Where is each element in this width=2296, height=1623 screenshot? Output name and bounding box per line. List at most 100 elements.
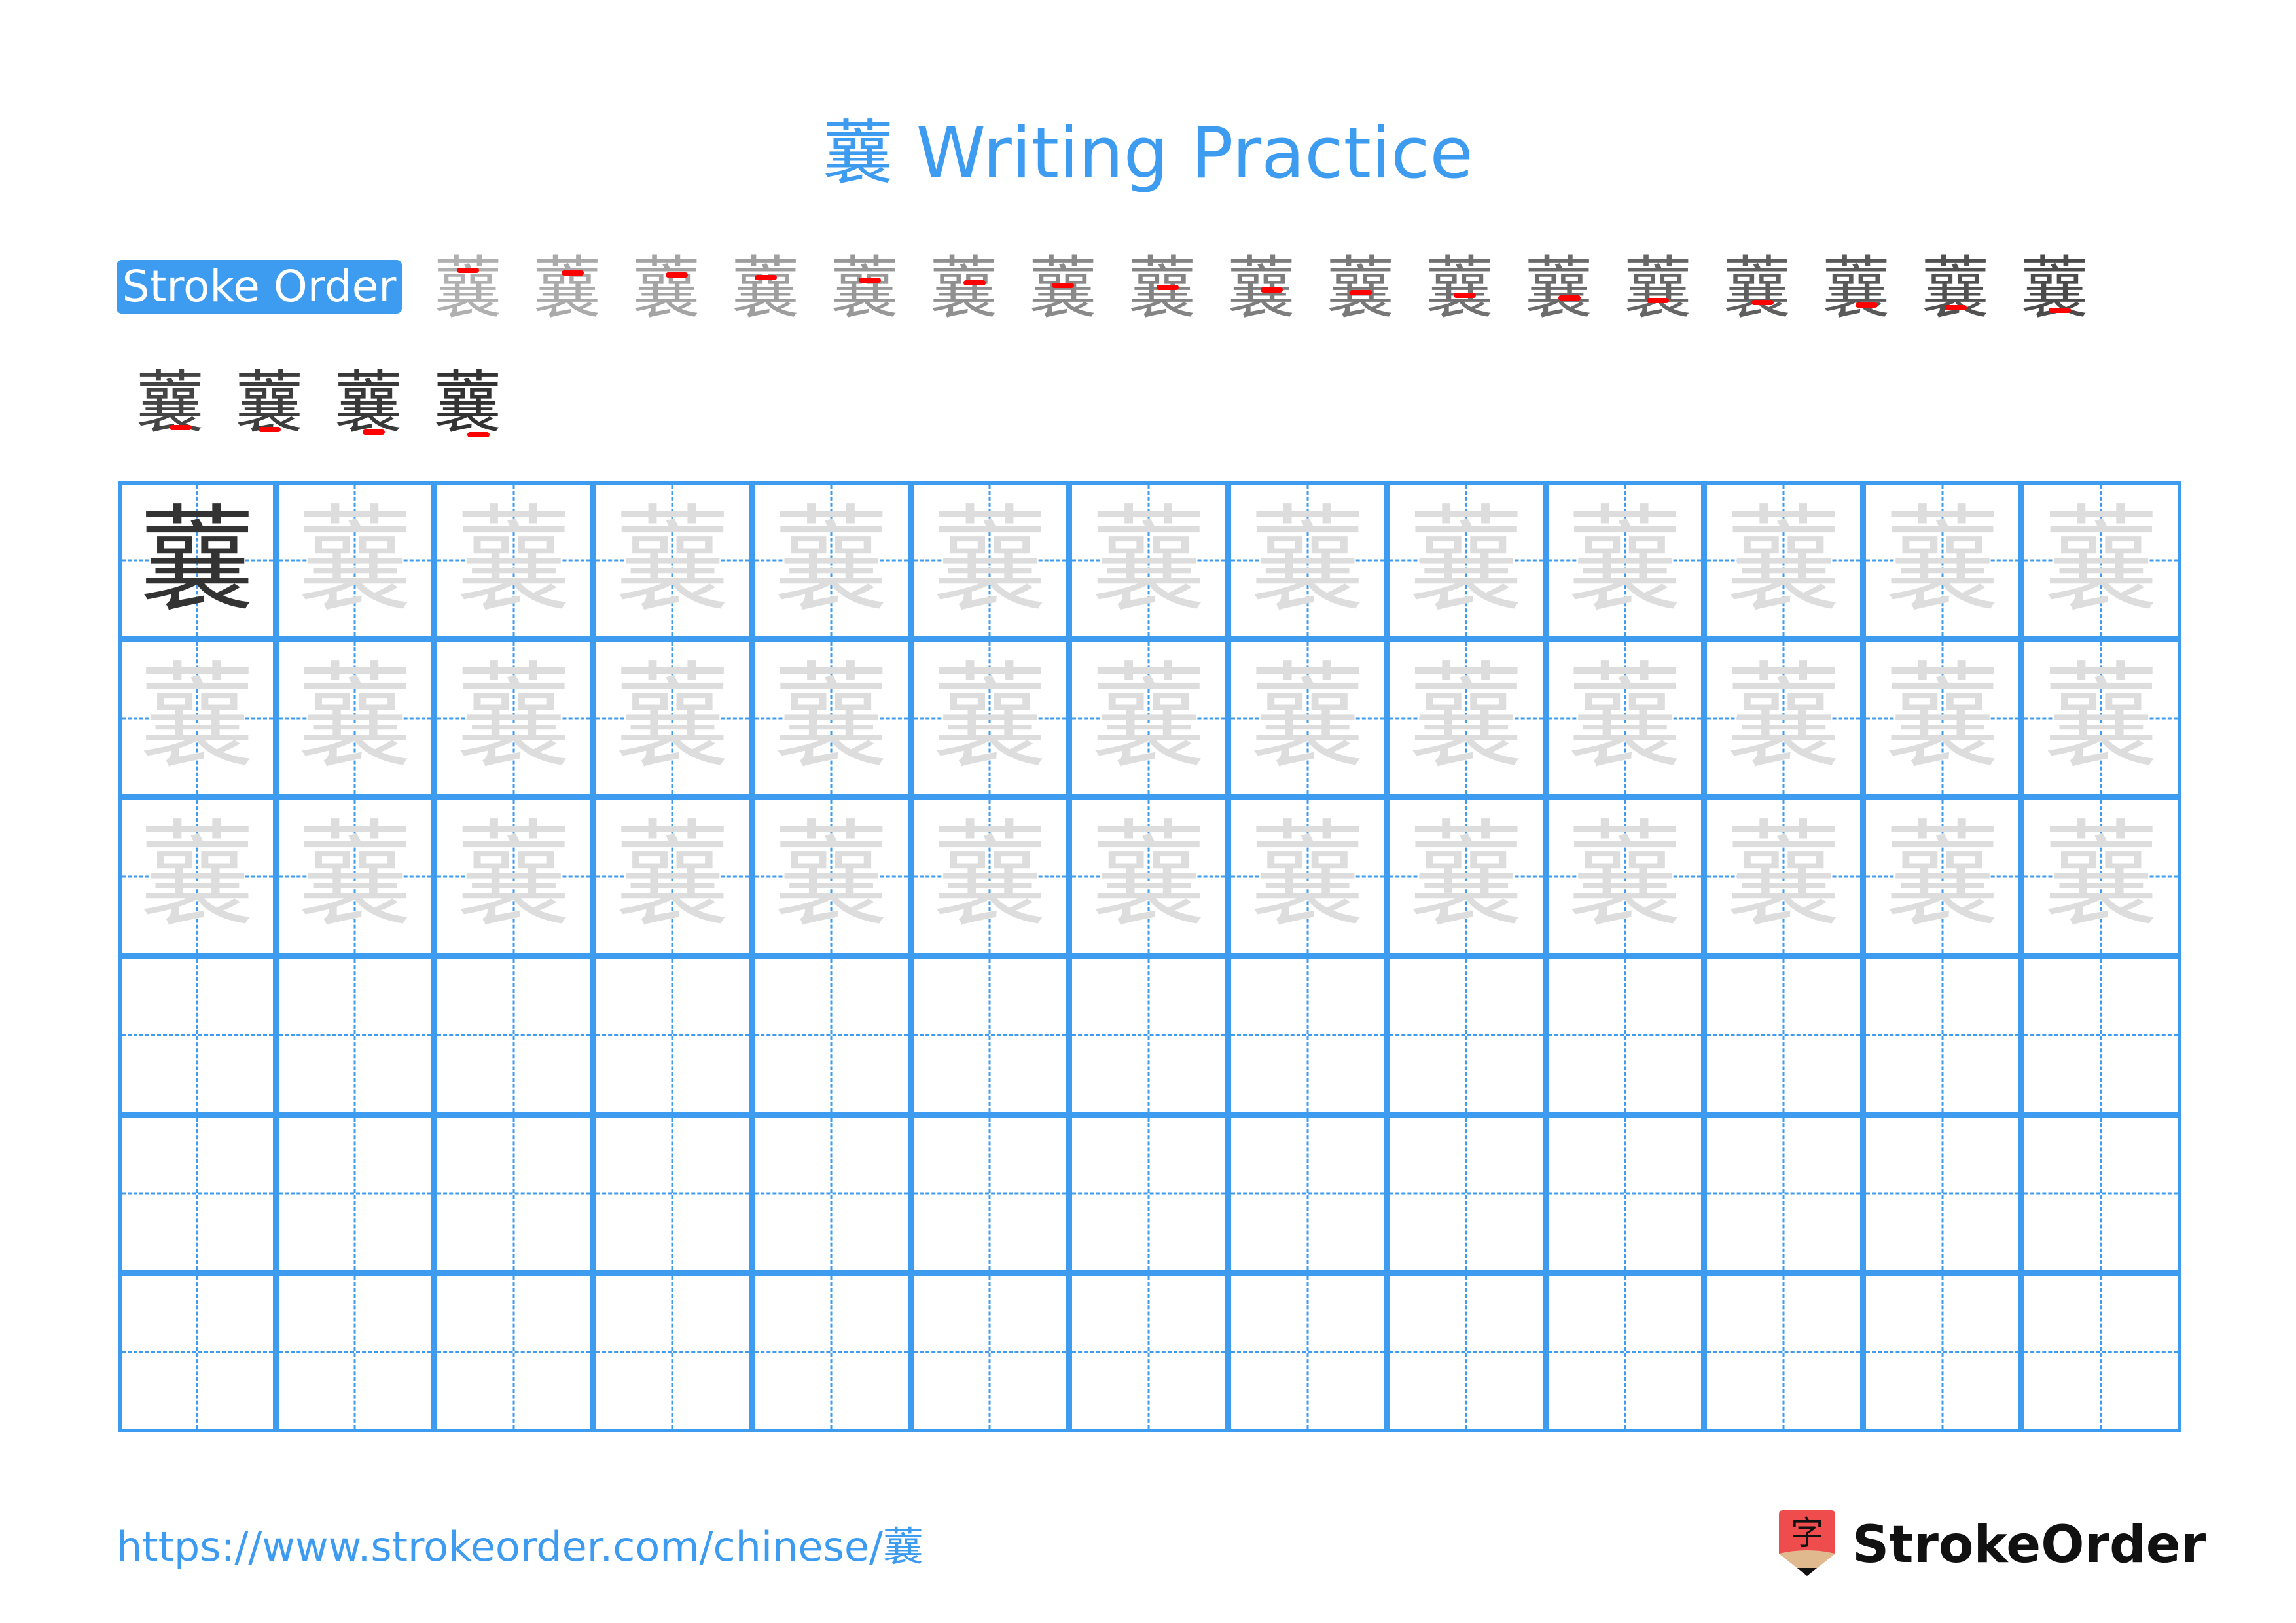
practice-cell[interactable] [909,1271,1071,1432]
practice-cell[interactable] [1703,955,1864,1116]
practice-cell[interactable]: 蘘 [1544,481,1706,640]
practice-cell[interactable]: 蘘 [1227,638,1388,799]
practice-cell[interactable] [1861,1271,2023,1432]
horizontal-guide-line [1390,1192,1543,1195]
practice-cell[interactable]: 蘘 [751,796,912,957]
practice-cell[interactable] [1386,1113,1547,1274]
practice-cell[interactable]: 蘘 [1861,796,2023,957]
trace-character: 蘘 [615,809,730,943]
practice-cell[interactable] [592,955,753,1116]
practice-cell[interactable]: 蘘 [1386,638,1547,799]
practice-cell[interactable]: 蘘 [274,796,436,957]
stroke-step-17: 蘘 [2005,239,2104,337]
practice-cell[interactable]: 蘘 [118,796,277,957]
practice-cell[interactable]: 蘘 [1227,481,1388,640]
practice-cell[interactable]: 蘘 [592,796,753,957]
trace-character: 蘘 [1567,494,1683,628]
practice-cell[interactable] [592,1271,753,1432]
current-stroke-highlight [1349,290,1372,296]
practice-cell[interactable] [118,1271,277,1432]
practice-cell[interactable]: 蘘 [274,638,436,799]
practice-cell[interactable]: 蘘 [1068,481,1229,640]
practice-cell[interactable] [592,1113,753,1274]
practice-cell[interactable] [1227,1113,1388,1274]
practice-cell[interactable]: 蘘 [592,481,753,640]
practice-cell[interactable]: 蘘 [2020,638,2181,799]
practice-cell[interactable]: 蘘 [909,638,1071,799]
current-stroke-highlight [1052,282,1074,288]
stroke-step-glyph: 蘘 [1028,248,1097,328]
horizontal-guide-line [1230,1351,1384,1353]
practice-cell[interactable]: 蘘 [1703,481,1864,640]
practice-cell[interactable] [1703,1113,1864,1274]
practice-cell[interactable]: 蘘 [2020,481,2181,640]
trace-character: 蘘 [1249,494,1365,628]
practice-cell[interactable]: 蘘 [751,481,912,640]
practice-cell[interactable] [2020,1271,2181,1432]
practice-cell[interactable]: 蘘 [1227,796,1388,957]
stroke-step-9: 蘘 [1212,239,1310,337]
practice-cell[interactable]: 蘘 [1544,638,1706,799]
practice-cell[interactable]: 蘘 [909,796,1071,957]
practice-cell[interactable]: 蘘 [1068,638,1229,799]
practice-cell[interactable] [909,955,1071,1116]
practice-cell[interactable] [1703,1271,1864,1432]
practice-cell[interactable] [909,1113,1071,1274]
practice-cell[interactable] [433,1271,594,1432]
svg-text:字: 字 [1791,1514,1823,1552]
practice-cell[interactable] [1544,1271,1706,1432]
practice-cell[interactable]: 蘘 [751,638,912,799]
practice-cell[interactable]: 蘘 [118,638,277,799]
practice-cell[interactable] [274,955,436,1116]
practice-cell[interactable] [1544,1113,1706,1274]
practice-cell[interactable]: 蘘 [909,481,1071,640]
practice-cell[interactable]: 蘘 [433,481,594,640]
practice-cell[interactable] [1544,955,1706,1116]
practice-cell[interactable] [1227,955,1388,1116]
practice-cell[interactable] [751,955,912,1116]
practice-cell[interactable]: 蘘 [1703,796,1864,957]
trace-character: 蘘 [2043,494,2159,628]
stroke-step-20: 蘘 [319,354,418,452]
practice-cell[interactable] [751,1271,912,1432]
practice-cell[interactable]: 蘘 [2020,796,2181,957]
practice-cell[interactable]: 蘘 [1544,796,1706,957]
practice-cell[interactable]: 蘘 [118,481,277,640]
practice-cell[interactable] [1068,955,1229,1116]
practice-cell[interactable]: 蘘 [1861,481,2023,640]
practice-cell[interactable]: 蘘 [1386,481,1547,640]
stroke-step-3: 蘘 [617,239,715,337]
stroke-step-glyph: 蘘 [334,363,403,443]
trace-character: 蘘 [456,650,571,785]
trace-character: 蘘 [1408,494,1524,628]
practice-cell[interactable] [1068,1113,1229,1274]
practice-cell[interactable]: 蘘 [1068,796,1229,957]
practice-cell[interactable] [433,1113,594,1274]
practice-cell[interactable] [2020,1113,2181,1274]
source-url-link[interactable]: https://www.strokeorder.com/chinese/蘘 [117,1518,924,1577]
practice-cell[interactable]: 蘘 [433,796,594,957]
practice-cell[interactable] [2020,955,2181,1116]
practice-cell[interactable] [118,1113,277,1274]
practice-cell[interactable] [1386,1271,1547,1432]
practice-cell[interactable] [1068,1271,1229,1432]
practice-cell[interactable]: 蘘 [1386,796,1547,957]
practice-cell[interactable] [1861,955,2023,1116]
trace-character: 蘘 [456,809,571,943]
practice-cell[interactable]: 蘘 [274,481,436,640]
practice-cell[interactable]: 蘘 [592,638,753,799]
current-stroke-highlight [666,272,688,278]
practice-cell[interactable] [274,1113,436,1274]
practice-cell[interactable] [274,1271,436,1432]
practice-cell[interactable] [433,955,594,1116]
trace-character: 蘘 [139,809,255,943]
practice-cell[interactable]: 蘘 [433,638,594,799]
practice-cell[interactable] [1386,955,1547,1116]
practice-cell[interactable]: 蘘 [1703,638,1864,799]
practice-cell[interactable] [751,1113,912,1274]
practice-cell[interactable] [1227,1271,1388,1432]
practice-cell[interactable] [118,955,277,1116]
stroke-step-glyph: 蘘 [1623,248,1692,328]
practice-cell[interactable] [1861,1113,2023,1274]
practice-cell[interactable]: 蘘 [1861,638,2023,799]
